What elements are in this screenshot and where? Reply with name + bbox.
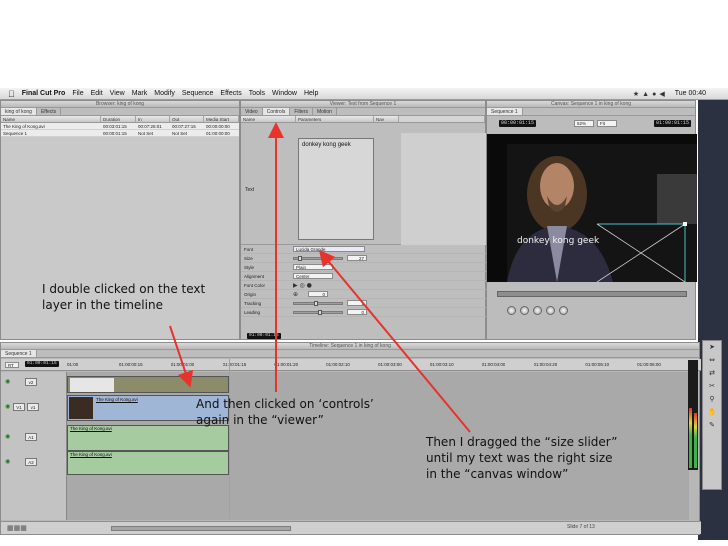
note2-line2: again in the “viewer” [196,413,324,427]
arrow-to-text-clip [169,325,194,388]
note3-line2: until my text was the right size [426,451,613,465]
note3-line1: Then I dragged the “size slider” [426,435,618,449]
note1-line1: I double clicked on the text [42,282,206,296]
note-size-slider: Then I dragged the “size slider” until m… [426,434,617,482]
note1-line2: layer in the timeline [42,298,163,312]
note2-line1: And then clicked on ‘controls’ [196,397,374,411]
note3-line3: in the “canvas window” [426,467,569,481]
slide:  Final Cut Pro File Edit View Mark Modi… [0,0,728,546]
note-controls: And then clicked on ‘controls’ again in … [196,396,374,428]
note-double-click: I double clicked on the text layer in th… [42,281,205,313]
annotation-arrows [169,122,471,433]
